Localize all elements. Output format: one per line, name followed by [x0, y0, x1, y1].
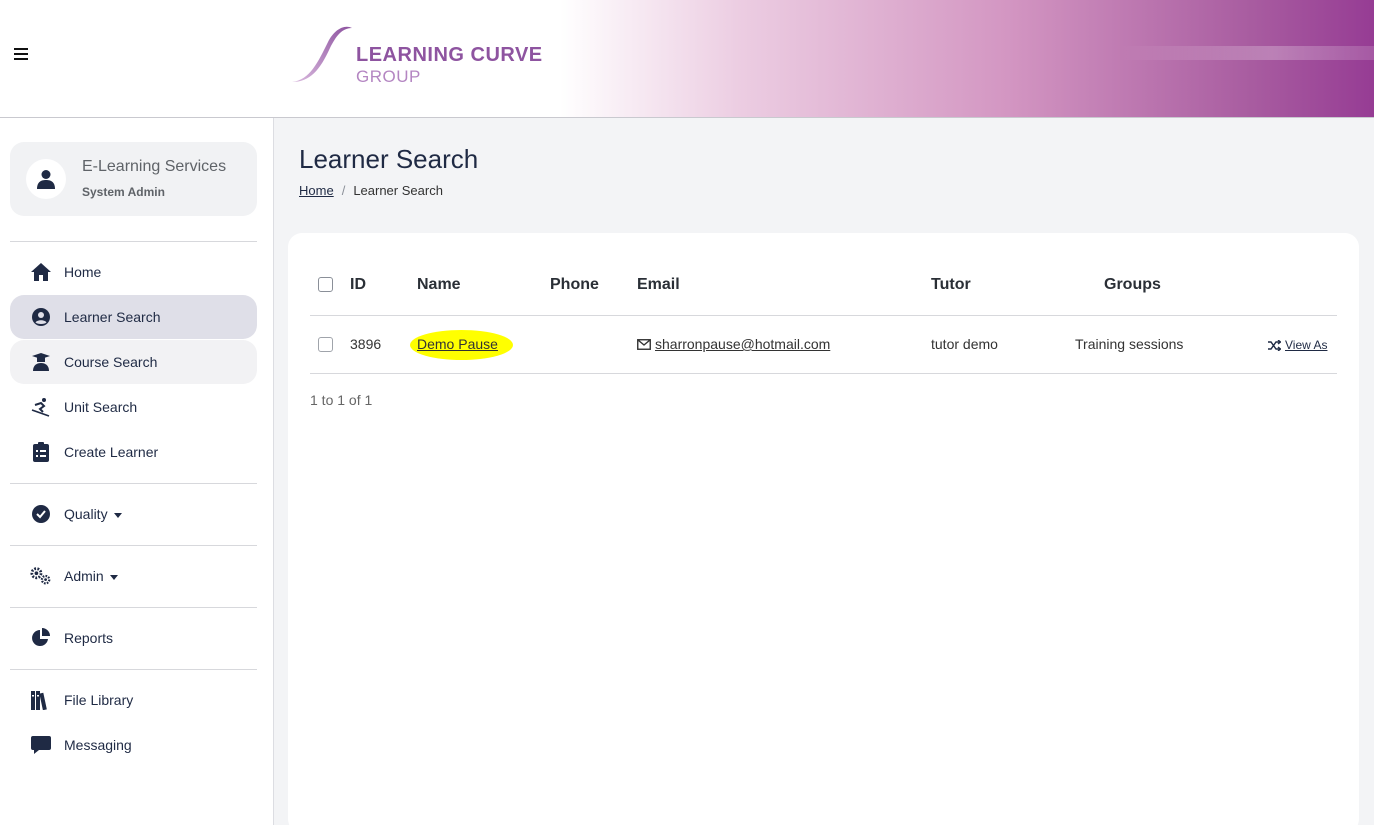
column-header-id[interactable]: ID [350, 276, 366, 294]
books-icon [30, 689, 52, 711]
logo-swoosh-icon [292, 26, 352, 82]
message-icon [30, 734, 52, 756]
learner-name-link[interactable]: Demo Pause [417, 336, 498, 352]
gears-icon [30, 565, 52, 587]
sidebar-divider [10, 545, 257, 546]
sidebar-item-quality[interactable]: Quality [10, 492, 257, 536]
column-header-tutor[interactable]: Tutor [931, 276, 971, 294]
sidebar-item-label: Reports [64, 630, 114, 646]
row-select-checkbox[interactable] [318, 337, 333, 352]
sidebar-item-label: Course Search [64, 354, 158, 370]
user-avatar-icon [26, 159, 66, 199]
sidebar-item-unit-search[interactable]: Unit Search [10, 385, 257, 429]
user-name: E-Learning Services [82, 158, 227, 175]
pie-chart-icon [30, 627, 52, 649]
select-all-checkbox[interactable] [318, 277, 333, 292]
hamburger-menu-icon[interactable] [14, 44, 34, 64]
breadcrumb-current: Learner Search [353, 183, 443, 198]
sidebar-item-messaging[interactable]: Messaging [10, 723, 257, 767]
sidebar-item-reports[interactable]: Reports [10, 616, 257, 660]
chevron-down-icon [113, 512, 122, 518]
user-role: System Admin [82, 185, 165, 199]
breadcrumb-separator: / [341, 183, 346, 198]
sidebar-item-label: Admin [64, 568, 118, 584]
page-title: Learner Search [299, 144, 479, 174]
cell-id: 3896 [350, 336, 382, 352]
top-header: LEARNING CURVE GROUP [0, 0, 1374, 118]
clipboard-list-icon [30, 441, 52, 463]
sidebar-item-create-learner[interactable]: Create Learner [10, 430, 257, 474]
cell-groups: Training sessions [1075, 336, 1184, 352]
shuffle-icon [1268, 339, 1281, 351]
graduate-icon [30, 351, 52, 373]
sidebar-item-label: File Library [64, 692, 134, 708]
sidebar-item-label: Quality [64, 506, 122, 522]
results-card [288, 233, 1359, 825]
sidebar-item-learner-search[interactable]: Learner Search [10, 295, 257, 339]
sidebar-item-label: Create Learner [64, 444, 159, 460]
sidebar-item-label: Home [64, 264, 102, 280]
sidebar-item-label: Messaging [64, 737, 132, 753]
breadcrumb: Home / Learner Search [299, 183, 443, 198]
view-as-text: View As [1285, 338, 1328, 352]
home-icon [30, 261, 52, 283]
column-header-name[interactable]: Name [417, 276, 461, 294]
breadcrumb-home-link[interactable]: Home [299, 183, 334, 198]
sidebar: E-Learning Services System Admin Home Le… [0, 118, 274, 825]
sidebar-item-admin[interactable]: Admin [10, 554, 257, 598]
sidebar-item-course-search[interactable]: Course Search [10, 340, 257, 384]
sidebar-divider [10, 483, 257, 484]
learning-curve-logo[interactable]: LEARNING CURVE GROUP [290, 22, 550, 88]
logo-text-primary: LEARNING CURVE [356, 44, 543, 66]
envelope-icon [637, 338, 651, 350]
chevron-down-icon [109, 574, 118, 580]
column-header-groups[interactable]: Groups [1104, 276, 1161, 294]
sidebar-item-label: Unit Search [64, 399, 138, 415]
skier-icon [30, 396, 52, 418]
email-link[interactable]: sharronpause@hotmail.com [637, 336, 830, 352]
sidebar-divider [10, 241, 257, 242]
email-text: sharronpause@hotmail.com [655, 336, 831, 352]
sidebar-item-home[interactable]: Home [10, 250, 257, 294]
sidebar-divider [10, 669, 257, 670]
cell-tutor: tutor demo [931, 336, 998, 352]
logo-text-secondary: GROUP [356, 67, 421, 86]
sidebar-item-label: Learner Search [64, 309, 161, 325]
sidebar-divider [10, 607, 257, 608]
table-header-divider [310, 315, 1337, 316]
user-profile-card[interactable]: E-Learning Services System Admin [10, 142, 257, 216]
pagination-info: 1 to 1 of 1 [310, 392, 373, 408]
check-circle-icon [30, 503, 52, 525]
column-header-email[interactable]: Email [637, 276, 680, 294]
sidebar-item-file-library[interactable]: File Library [10, 678, 257, 722]
view-as-link[interactable]: View As [1268, 338, 1327, 352]
header-banner-streak [1120, 46, 1374, 60]
table-row-divider [310, 373, 1337, 374]
user-circle-icon [30, 306, 52, 328]
column-header-phone[interactable]: Phone [550, 276, 599, 294]
